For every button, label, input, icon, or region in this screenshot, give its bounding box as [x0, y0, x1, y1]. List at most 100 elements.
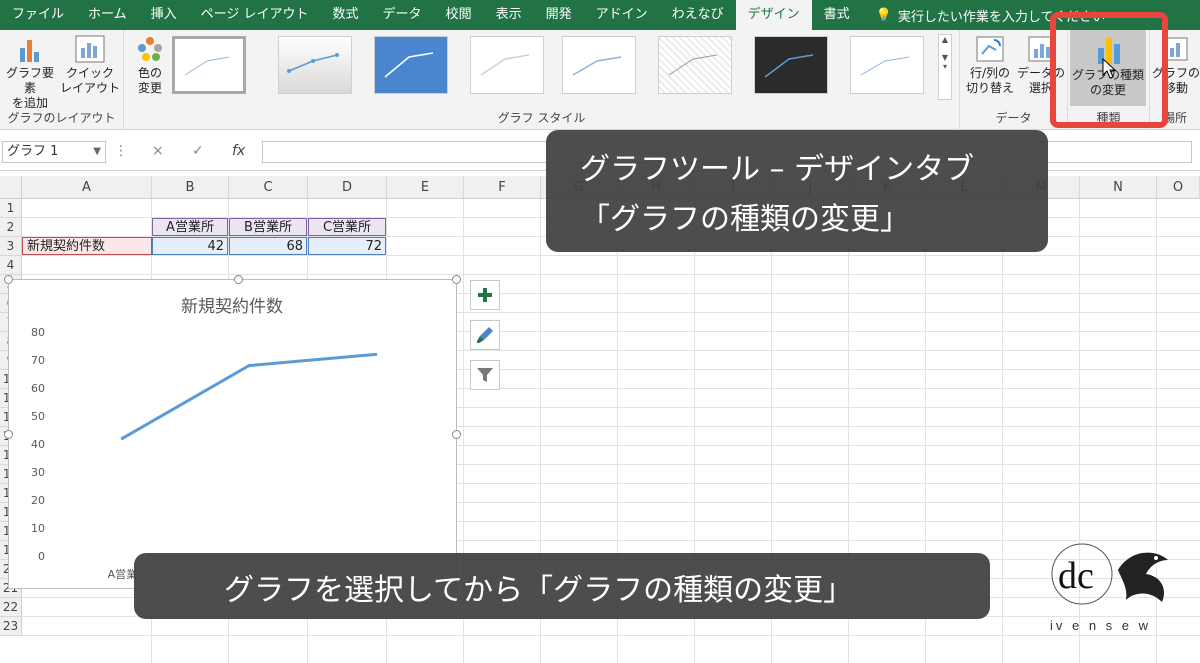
resize-handle-ml[interactable]	[4, 430, 13, 439]
chart-style-6[interactable]	[658, 36, 732, 94]
y-tick-label: 0	[38, 550, 45, 563]
chart-style-4[interactable]	[470, 36, 544, 94]
tab-1[interactable]: ホーム	[76, 0, 139, 30]
name-box-dropdown-icon[interactable]: ▼	[93, 142, 101, 162]
data-point-0[interactable]	[120, 436, 124, 440]
label-cell-a3[interactable]: 新規契約件数	[22, 237, 152, 255]
style-3-preview-icon	[384, 52, 434, 78]
tab-2[interactable]: 挿入	[139, 0, 189, 30]
y-tick-label: 30	[31, 466, 45, 479]
style-5-preview-icon	[572, 56, 622, 76]
column-header-D[interactable]: D	[308, 176, 387, 199]
tab-0[interactable]: ファイル	[0, 0, 76, 30]
column-header-E[interactable]: E	[387, 176, 464, 199]
y-tick-label: 50	[31, 410, 45, 423]
x-category-label: A営業	[108, 567, 138, 581]
tab-12[interactable]: 書式	[812, 0, 862, 30]
insert-function-button[interactable]: fx	[232, 143, 245, 159]
style-7-preview-icon	[764, 54, 814, 78]
watermark-logo: dc iv e n s e w	[1030, 530, 1180, 640]
name-box[interactable]: グラフ 1 ▼	[2, 141, 106, 163]
tab-7[interactable]: 表示	[484, 0, 534, 30]
tab-8[interactable]: 開発	[534, 0, 584, 30]
switch-row-column-button[interactable]: 行/列の 切り替え	[964, 34, 1016, 96]
header-cell-d2[interactable]: C営業所	[308, 218, 386, 236]
chart-style-7[interactable]	[754, 36, 828, 94]
row-header-2[interactable]: 2	[0, 218, 22, 237]
switch-row-col-label-2: 切り替え	[965, 81, 1014, 95]
style-8-preview-icon	[860, 56, 910, 76]
chart-style-5[interactable]	[562, 36, 636, 94]
y-tick-label: 70	[31, 354, 45, 367]
row-header-23[interactable]: 23	[0, 617, 22, 636]
grid-hline	[22, 255, 1200, 256]
line-chart[interactable]: 新規契約件数 0 10 20 30 40 50 60 70 80 A営業	[8, 279, 457, 589]
row-header-4[interactable]: 4	[0, 256, 22, 275]
callout-top-line1: グラフツール – デザインタブ	[580, 152, 975, 187]
resize-handle-tc[interactable]	[234, 275, 243, 284]
svg-text:dc: dc	[1058, 555, 1094, 597]
tab-9[interactable]: アドイン	[584, 0, 660, 30]
header-cell-b2[interactable]: A営業所	[152, 218, 228, 236]
tab-4[interactable]: 数式	[321, 0, 371, 30]
chart-style-3[interactable]	[374, 36, 448, 94]
change-colors-button[interactable]: 色の 変更	[130, 34, 170, 96]
column-header-C[interactable]: C	[229, 176, 308, 199]
column-header-B[interactable]: B	[152, 176, 229, 199]
data-point-1[interactable]	[247, 364, 251, 368]
style-1-preview-icon	[184, 56, 230, 76]
row-header-1[interactable]: 1	[0, 199, 22, 218]
value-cell-d3[interactable]: 72	[308, 237, 386, 255]
value-cell-b3[interactable]: 42	[152, 237, 228, 255]
add-element-label-1: グラフ要素	[5, 66, 54, 95]
value-cell-c3[interactable]: 68	[229, 237, 307, 255]
y-tick-label: 40	[31, 438, 45, 451]
y-tick-label: 60	[31, 382, 45, 395]
logo-text: iv e n s e w	[1050, 618, 1152, 633]
tab-6[interactable]: 校閲	[434, 0, 484, 30]
style-4-preview-icon	[480, 54, 530, 76]
chart-style-1[interactable]	[172, 36, 246, 94]
chart-style-gallery[interactable]	[172, 34, 936, 102]
header-cell-c2[interactable]: B営業所	[229, 218, 307, 236]
cancel-formula-button[interactable]: ×	[152, 143, 164, 159]
add-chart-element-button[interactable]: グラフ要素 を追加	[2, 34, 58, 111]
chart-style-8[interactable]	[850, 36, 924, 94]
chart-elements-button[interactable]	[470, 280, 500, 310]
quick-layout-button[interactable]: クイック レイアウト	[60, 34, 120, 96]
tab-5[interactable]: データ	[371, 0, 434, 30]
data-point-2[interactable]	[374, 352, 378, 356]
grid-vline	[1002, 199, 1003, 663]
plus-icon	[478, 288, 492, 302]
chart-styles-button[interactable]	[470, 320, 500, 350]
y-tick-label: 20	[31, 494, 45, 507]
row-header-3[interactable]: 3	[0, 237, 22, 256]
resize-handle-mr[interactable]	[452, 430, 461, 439]
column-header-O[interactable]: O	[1157, 176, 1200, 199]
style-6-preview-icon	[668, 54, 718, 76]
paintbrush-icon	[477, 327, 493, 343]
lightbulb-icon: 💡	[875, 7, 892, 23]
select-all-corner[interactable]	[0, 176, 22, 199]
add-element-icon	[20, 40, 39, 62]
chart-title[interactable]: 新規契約件数	[181, 297, 283, 317]
switch-row-column-icon	[976, 36, 1004, 62]
group-chart-layout: グラフ要素 を追加 クイック レイアウト グラフのレイアウト	[0, 30, 124, 130]
group-label-styles: グラフ スタイル	[497, 111, 586, 125]
quick-layout-label-2: レイアウト	[60, 81, 121, 95]
tab-11[interactable]: デザイン	[735, 0, 812, 30]
resize-handle-tl[interactable]	[4, 275, 13, 284]
tab-10[interactable]: わえなび	[660, 0, 736, 30]
tab-3[interactable]: ページ レイアウト	[189, 0, 321, 30]
column-header-F[interactable]: F	[464, 176, 541, 199]
callout-instruction: グラフを選択してから「グラフの種類の変更」	[134, 553, 990, 619]
row-header-22[interactable]: 22	[0, 598, 22, 617]
resize-handle-tr[interactable]	[452, 275, 461, 284]
chart-filters-button[interactable]	[470, 360, 500, 390]
change-color-label-2: 変更	[137, 81, 162, 95]
chart-style-2[interactable]	[278, 36, 352, 94]
gallery-scroll[interactable]: ▲ ▼ ▾	[938, 34, 952, 100]
enter-formula-button[interactable]: ✓	[192, 143, 204, 159]
column-header-A[interactable]: A	[22, 176, 152, 199]
column-header-N[interactable]: N	[1080, 176, 1157, 199]
